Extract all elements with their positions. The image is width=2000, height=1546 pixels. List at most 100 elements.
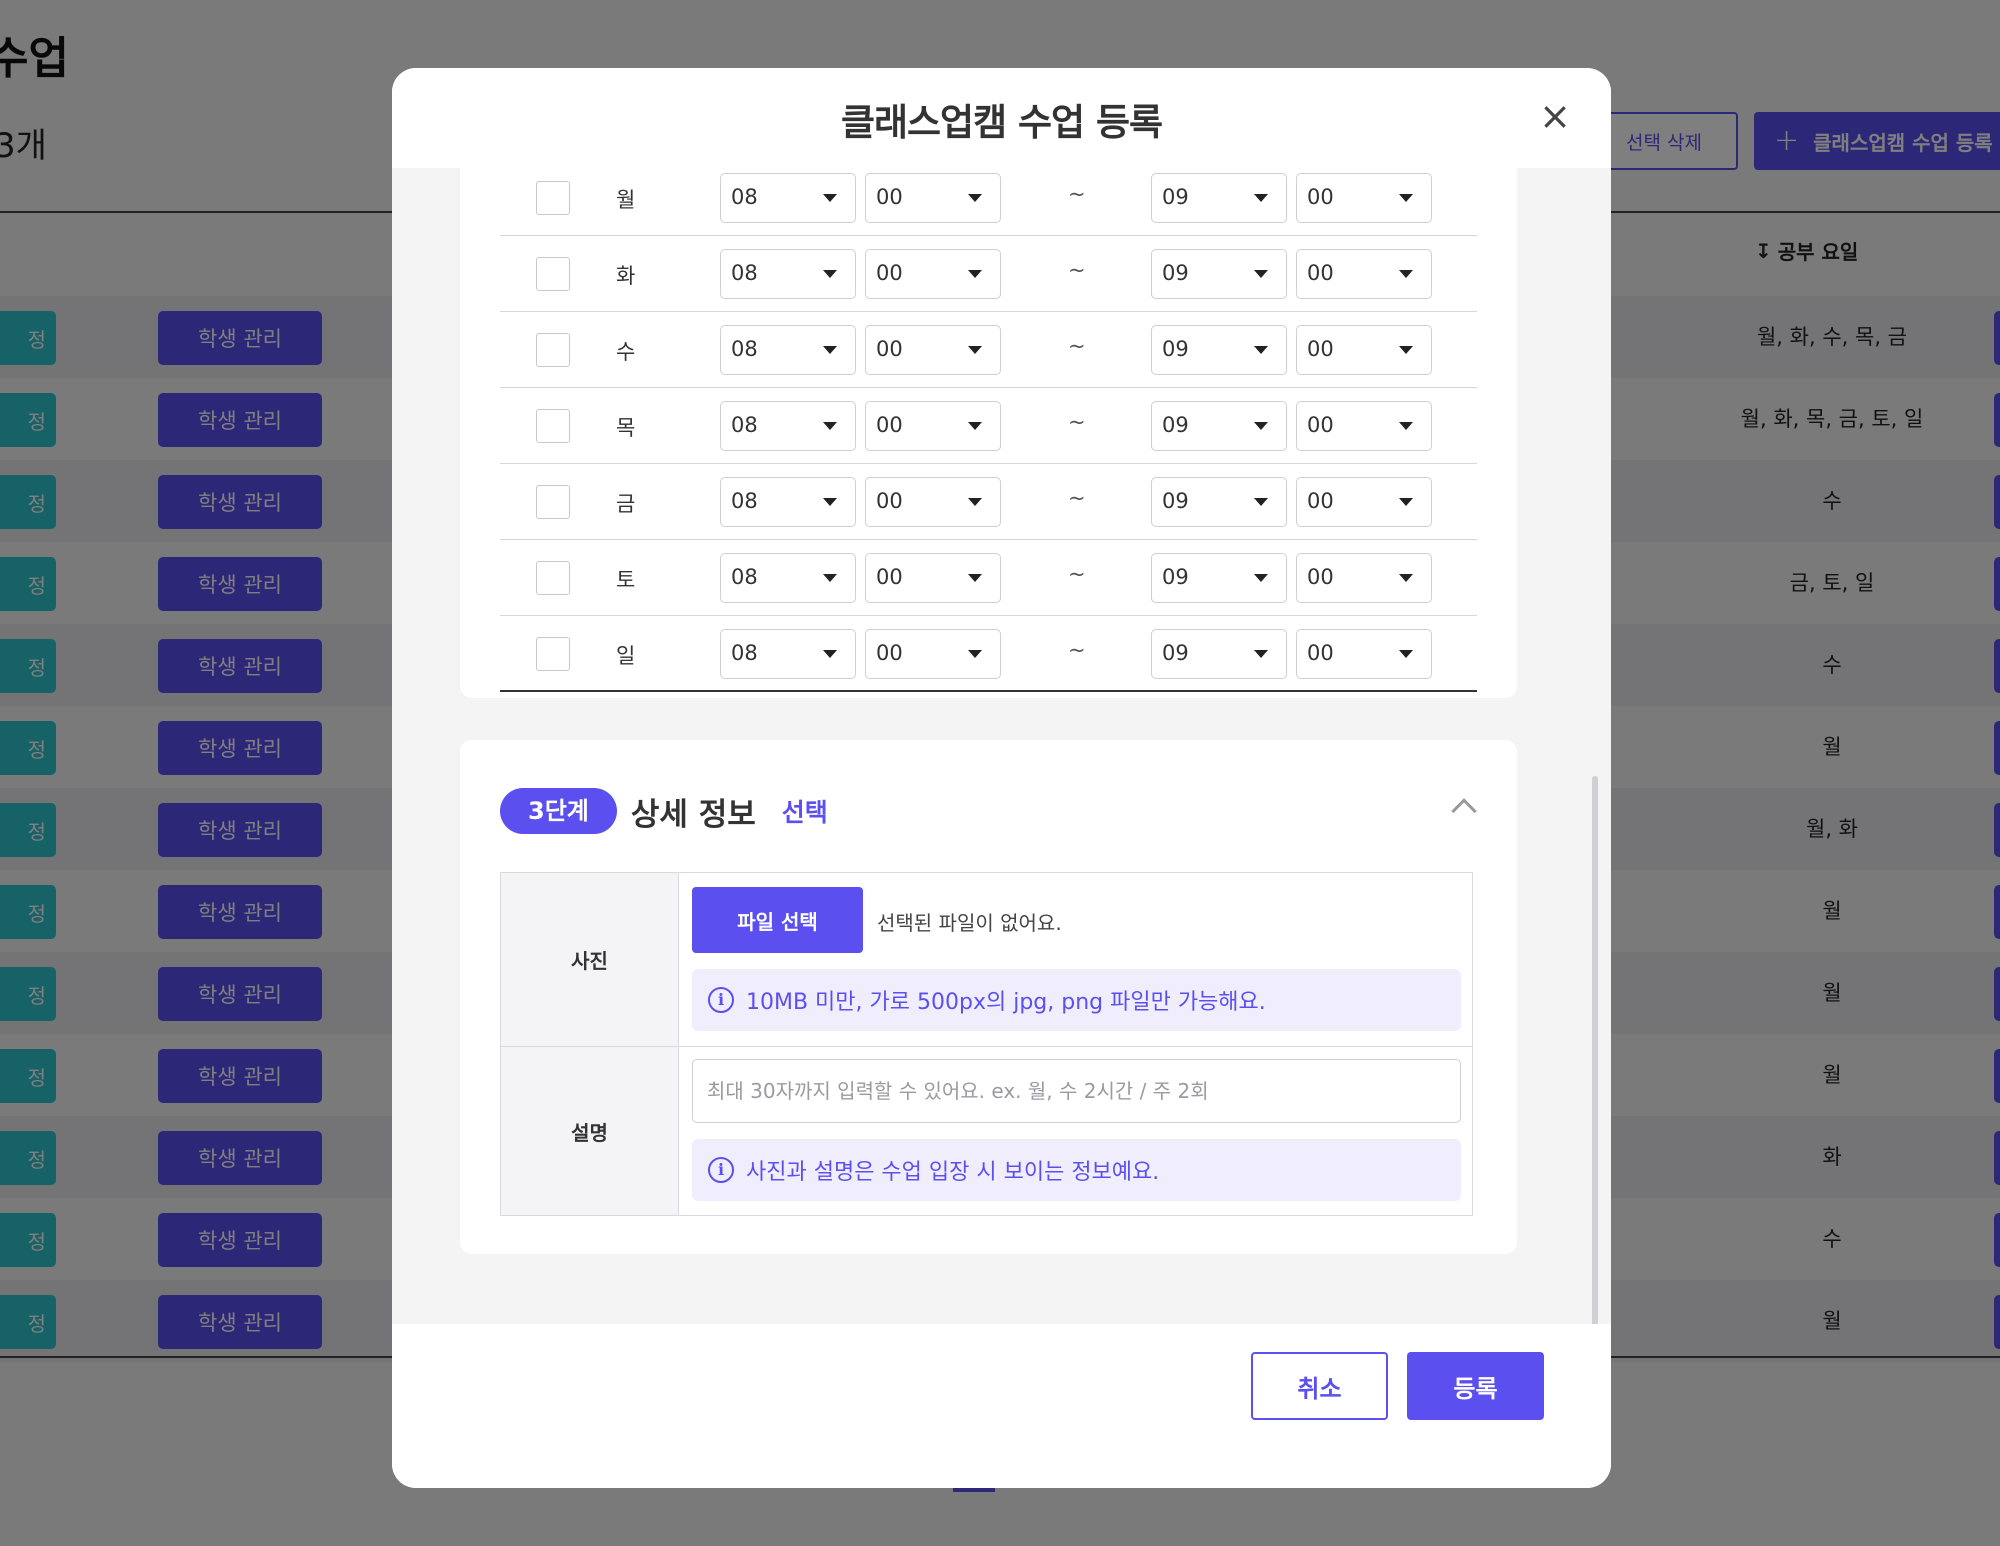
start-hour-select[interactable]: 08 [720,477,856,527]
start-hour-select[interactable]: 08 [720,325,856,375]
day-checkbox[interactable] [536,561,570,595]
end-minute-select-value: 00 [1307,413,1334,437]
day-checkbox[interactable] [536,333,570,367]
day-checkbox[interactable] [536,485,570,519]
end-hour-select[interactable]: 09 [1151,325,1287,375]
dropdown-arrow-icon [823,194,837,202]
day-checkbox[interactable] [536,257,570,291]
file-status: 선택된 파일이 없어요. [877,911,1062,935]
photo-info: i 10MB 미만, 가로 500px의 jpg, png 파일만 가능해요. [692,969,1461,1031]
day-checkbox[interactable] [536,637,570,671]
end-hour-select[interactable]: 09 [1151,173,1287,223]
end-minute-select[interactable]: 00 [1296,553,1432,603]
end-hour-select-value: 09 [1162,489,1189,513]
schedule-table: 월 08 00 ~09 00 화 08 00 ~09 00 수 08 00 ~09 00 목 08 00 ~09 00… [500,168,1477,692]
start-minute-select-value: 00 [876,641,903,665]
end-hour-select-value: 09 [1162,641,1189,665]
start-hour-select[interactable]: 08 [720,629,856,679]
cancel-button[interactable]: 취소 [1251,1352,1388,1420]
end-minute-select[interactable]: 00 [1296,325,1432,375]
close-icon[interactable]: × [1537,97,1573,135]
start-minute-select[interactable]: 00 [865,173,1001,223]
detail-form: 사진 파일 선택 선택된 파일이 없어요. i 10MB 미만, 가로 500p… [500,872,1473,1216]
start-hour-select[interactable]: 08 [720,553,856,603]
photo-row: 사진 파일 선택 선택된 파일이 없어요. i 10MB 미만, 가로 500p… [501,873,1472,1047]
end-hour-select-value: 09 [1162,565,1189,589]
schedule-row: 수 08 00 ~09 00 [500,312,1477,388]
end-hour-select-value: 09 [1162,413,1189,437]
day-label: 수 [616,340,636,364]
dropdown-arrow-icon [968,574,982,582]
dropdown-arrow-icon [1399,270,1413,278]
end-hour-select-value: 09 [1162,261,1189,285]
dropdown-arrow-icon [823,270,837,278]
day-label: 화 [616,264,636,288]
schedule-row: 월 08 00 ~09 00 [500,168,1477,236]
day-label: 월 [616,188,636,212]
modal-scrollbar[interactable] [1592,776,1598,1384]
schedule-card: 월 08 00 ~09 00 화 08 00 ~09 00 수 08 00 ~09 00 목 08 00 ~09 00… [460,168,1517,698]
dropdown-arrow-icon [968,346,982,354]
dropdown-arrow-icon [823,574,837,582]
end-minute-select[interactable]: 00 [1296,249,1432,299]
photo-info-text: 10MB 미만, 가로 500px의 jpg, png 파일만 가능해요. [746,990,1266,1015]
dropdown-arrow-icon [1399,346,1413,354]
dropdown-arrow-icon [823,498,837,506]
schedule-row: 금 08 00 ~09 00 [500,464,1477,540]
step-badge: 3단계 [500,788,617,834]
end-hour-select[interactable]: 09 [1151,477,1287,527]
dropdown-arrow-icon [1399,498,1413,506]
start-minute-select[interactable]: 00 [865,629,1001,679]
dropdown-arrow-icon [1254,650,1268,658]
schedule-row: 화 08 00 ~09 00 [500,236,1477,312]
end-minute-select[interactable]: 00 [1296,477,1432,527]
dropdown-arrow-icon [1254,422,1268,430]
time-separator: ~ [1068,486,1086,510]
modal-header: 클래스업캠 수업 등록 × [392,68,1611,168]
start-hour-select-value: 08 [731,337,758,361]
schedule-row: 목 08 00 ~09 00 [500,388,1477,464]
description-input[interactable] [692,1059,1461,1123]
day-label: 목 [616,416,636,440]
end-minute-select[interactable]: 00 [1296,173,1432,223]
start-minute-select-value: 00 [876,489,903,513]
start-minute-select[interactable]: 00 [865,477,1001,527]
modal-body[interactable]: 월 08 00 ~09 00 화 08 00 ~09 00 수 08 00 ~09 00 목 08 00 ~09 00… [392,168,1611,1390]
end-hour-select[interactable]: 09 [1151,553,1287,603]
time-separator: ~ [1068,562,1086,586]
day-checkbox[interactable] [536,181,570,215]
end-minute-select-value: 00 [1307,185,1334,209]
end-hour-select-value: 09 [1162,185,1189,209]
start-hour-select[interactable]: 08 [720,249,856,299]
dropdown-arrow-icon [1399,574,1413,582]
step-header: 3단계 상세 정보 선택 [500,788,828,834]
start-minute-select[interactable]: 00 [865,553,1001,603]
step-optional-tag: 선택 [781,798,828,827]
start-hour-select-value: 08 [731,489,758,513]
end-hour-select[interactable]: 09 [1151,629,1287,679]
start-minute-select[interactable]: 00 [865,249,1001,299]
chevron-up-icon[interactable] [1451,798,1477,824]
start-minute-select[interactable]: 00 [865,325,1001,375]
modal-title: 클래스업캠 수업 등록 [840,101,1163,144]
start-hour-select-value: 08 [731,261,758,285]
day-label: 토 [616,568,636,592]
start-minute-select[interactable]: 00 [865,401,1001,451]
submit-button[interactable]: 등록 [1407,1352,1544,1420]
file-select-button[interactable]: 파일 선택 [692,887,863,953]
end-minute-select[interactable]: 00 [1296,629,1432,679]
end-hour-select[interactable]: 09 [1151,401,1287,451]
end-hour-select[interactable]: 09 [1151,249,1287,299]
dropdown-arrow-icon [968,422,982,430]
start-hour-select[interactable]: 08 [720,401,856,451]
start-hour-select[interactable]: 08 [720,173,856,223]
end-minute-select-value: 00 [1307,565,1334,589]
day-checkbox[interactable] [536,409,570,443]
dropdown-arrow-icon [968,650,982,658]
time-separator: ~ [1068,258,1086,282]
start-hour-select-value: 08 [731,185,758,209]
end-minute-select[interactable]: 00 [1296,401,1432,451]
dropdown-arrow-icon [823,650,837,658]
dropdown-arrow-icon [1399,422,1413,430]
start-minute-select-value: 00 [876,413,903,437]
